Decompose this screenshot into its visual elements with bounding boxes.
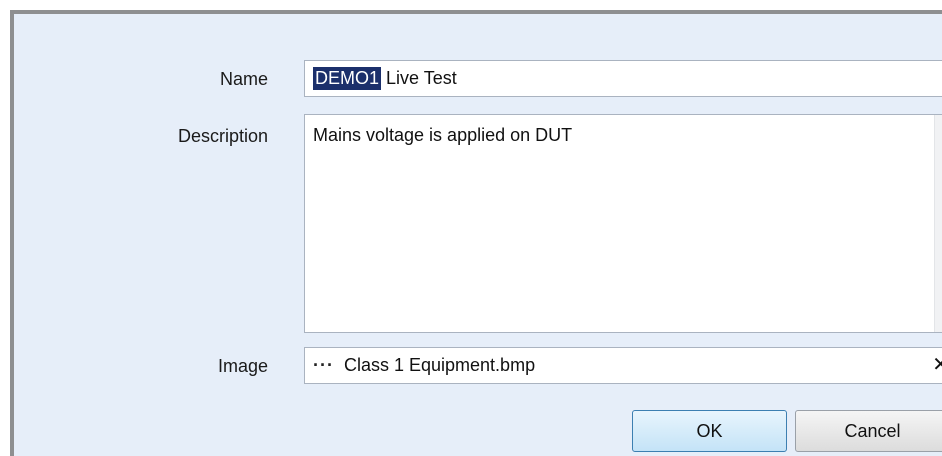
edit-test-dialog: Name DEMO1 Live Test Description Mains v… bbox=[10, 10, 942, 456]
description-label: Description bbox=[177, 126, 268, 146]
name-selected-text: DEMO1 bbox=[313, 67, 382, 90]
name-label: Name bbox=[219, 69, 268, 89]
image-field[interactable]: ··· Class 1 Equipment.bmp ✕ bbox=[304, 347, 942, 384]
ok-button[interactable]: OK bbox=[632, 410, 787, 452]
name-input[interactable]: DEMO1 Live Test bbox=[304, 60, 942, 97]
browse-icon[interactable]: ··· bbox=[313, 355, 334, 376]
scroll-down-icon[interactable]: ▼ bbox=[935, 310, 942, 328]
description-scrollbar[interactable]: ▲ ▼ bbox=[934, 115, 942, 332]
description-textarea[interactable]: Mains voltage is applied on DUT ▲ ▼ bbox=[304, 114, 942, 333]
name-text: Live Test bbox=[381, 68, 457, 88]
image-label: Image bbox=[217, 356, 268, 376]
description-text: Mains voltage is applied on DUT bbox=[313, 125, 573, 145]
image-filename: Class 1 Equipment.bmp bbox=[343, 355, 536, 375]
cancel-button[interactable]: Cancel bbox=[795, 410, 942, 452]
clear-icon[interactable]: ✕ bbox=[932, 354, 942, 376]
scroll-up-icon[interactable]: ▲ bbox=[935, 119, 942, 137]
